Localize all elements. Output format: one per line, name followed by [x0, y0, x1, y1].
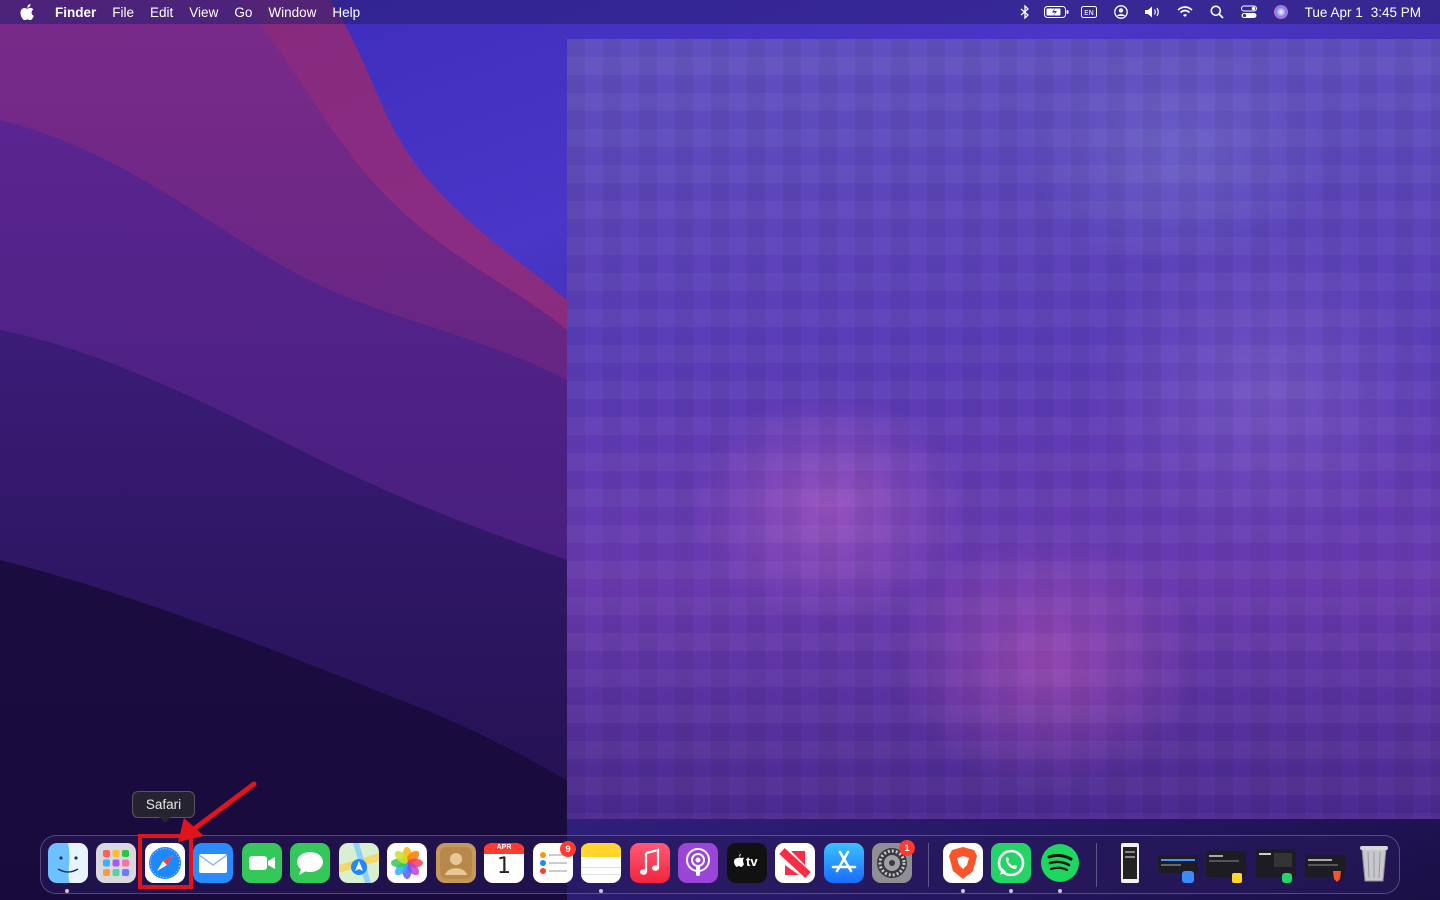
podcasts-icon	[678, 843, 718, 883]
window-thumbnail-icon	[1158, 855, 1198, 883]
dock-news[interactable]	[775, 843, 815, 883]
dock-divider	[928, 843, 929, 887]
desktop-wallpaper	[0, 0, 1440, 900]
dock-divider	[1096, 843, 1097, 887]
dock-calendar[interactable]: APR 1	[484, 843, 524, 883]
dock-finder[interactable]	[48, 843, 88, 883]
dock-notes[interactable]	[581, 843, 621, 883]
menu-help[interactable]: Help	[324, 0, 368, 24]
notes-icon	[581, 843, 621, 883]
finder-icon	[48, 843, 88, 883]
running-indicator	[599, 889, 603, 893]
music-icon	[630, 843, 670, 883]
dock-app-store[interactable]	[824, 843, 864, 883]
messages-icon	[290, 843, 330, 883]
menu-edit[interactable]: Edit	[142, 0, 181, 24]
settings-badge: 1	[899, 840, 915, 856]
running-indicator	[961, 889, 965, 893]
input-source-icon[interactable]: EN	[1073, 0, 1105, 24]
calendar-month: APR	[496, 844, 512, 851]
dock-maps[interactable]	[339, 843, 379, 883]
reminders-badge: 9	[560, 841, 576, 857]
spotlight-icon[interactable]	[1201, 0, 1233, 24]
menu-file[interactable]: File	[104, 0, 142, 24]
news-icon	[775, 843, 815, 883]
dock-minimized-window[interactable]	[1305, 843, 1345, 883]
whatsapp-icon	[991, 843, 1031, 883]
dock-contacts[interactable]	[436, 843, 476, 883]
dock-tv[interactable]: tv	[727, 843, 767, 883]
apple-menu-icon[interactable]	[17, 2, 37, 22]
menu-date: Tue Apr 1	[1304, 4, 1363, 20]
menu-go[interactable]: Go	[226, 0, 260, 24]
spotify-icon	[1041, 844, 1079, 882]
document-icon	[1121, 843, 1139, 883]
calendar-day: 1	[497, 854, 511, 879]
app-store-icon	[824, 843, 864, 883]
siri-icon[interactable]	[1265, 0, 1297, 24]
volume-icon[interactable]	[1137, 0, 1169, 24]
bluetooth-icon[interactable]	[1009, 0, 1041, 24]
dock-photos[interactable]	[387, 843, 427, 883]
contacts-icon	[436, 843, 476, 883]
running-indicator	[1009, 889, 1013, 893]
pixelated-region	[567, 39, 1440, 819]
dock-minimized-window[interactable]	[1256, 843, 1296, 883]
control-center-icon[interactable]	[1233, 0, 1265, 24]
brave-icon	[943, 843, 983, 883]
dock-messages[interactable]	[290, 843, 330, 883]
red-arrow-icon	[178, 781, 257, 842]
svg-text:EN: EN	[1084, 9, 1094, 17]
running-indicator	[1058, 889, 1062, 893]
window-thumbnail-icon	[1206, 851, 1246, 883]
photos-icon	[387, 843, 427, 883]
dock-music[interactable]	[630, 843, 670, 883]
menu-clock[interactable]: Tue Apr 1 3:45 PM	[1305, 5, 1421, 20]
dock-recent-document[interactable]	[1110, 843, 1150, 883]
dock-spotify[interactable]	[1040, 843, 1080, 883]
dock-trash[interactable]	[1354, 843, 1394, 883]
tv-label: tv	[746, 854, 758, 869]
launchpad-icon	[96, 843, 136, 883]
menu-window[interactable]: Window	[260, 0, 324, 24]
dock-minimized-window[interactable]	[1206, 843, 1246, 883]
running-indicator	[65, 889, 69, 893]
dock-brave[interactable]	[943, 843, 983, 883]
maps-icon	[339, 843, 379, 883]
menu-bar: Finder File Edit View Go Window Help EN	[0, 0, 1440, 24]
menu-app-name[interactable]: Finder	[51, 0, 104, 24]
dock-podcasts[interactable]	[678, 843, 718, 883]
trash-icon	[1360, 846, 1388, 882]
user-icon[interactable]	[1105, 0, 1137, 24]
dock-launchpad[interactable]	[96, 843, 136, 883]
dock-whatsapp[interactable]	[991, 843, 1031, 883]
window-thumbnail-icon	[1256, 849, 1296, 883]
dock-minimized-window[interactable]	[1158, 843, 1198, 883]
window-thumbnail-icon	[1305, 855, 1345, 882]
menu-time: 3:45 PM	[1370, 4, 1421, 20]
wifi-icon[interactable]	[1169, 0, 1201, 24]
battery-icon[interactable]	[1041, 0, 1073, 24]
menu-view[interactable]: View	[181, 0, 226, 24]
